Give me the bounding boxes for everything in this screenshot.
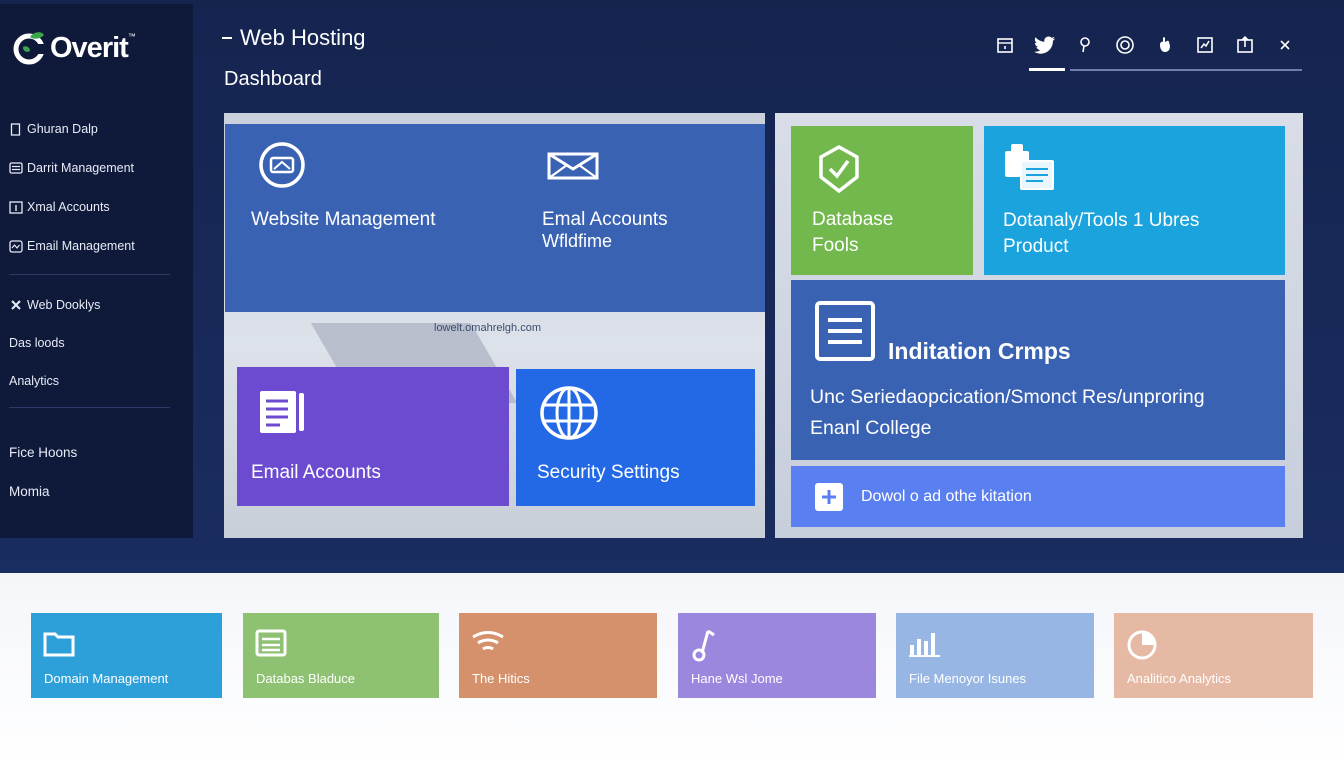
dotanaly-tools-label-line2: Product — [1003, 236, 1069, 257]
sidebar-item-das-loods[interactable]: Das loods — [9, 332, 65, 354]
security-settings-label: Security Settings — [537, 462, 680, 483]
globe-icon — [539, 385, 599, 446]
bar-chart-icon — [908, 629, 942, 662]
toolbar-active-indicator — [1029, 68, 1065, 71]
database-tools-label-line2: Fools — [812, 235, 859, 256]
upload-doc-icon[interactable] — [1225, 30, 1265, 60]
dash-icon — [222, 37, 232, 39]
sidebar-divider — [9, 407, 170, 408]
app-logo[interactable]: Overit™ — [10, 26, 136, 70]
sidebar-item-label: Darrit Management — [27, 161, 134, 175]
dotanaly-tools-card[interactable]: Dotanaly/Tools 1 Ubres Product — [984, 126, 1285, 275]
sidebar-item-label: Web Dooklys — [27, 298, 101, 312]
logo-icon — [10, 29, 48, 67]
sidebar-item-label: Momia — [9, 483, 50, 499]
inditation-crmps-text-line2: Enanl College — [810, 417, 932, 439]
tile-label: File Menoyor Isunes — [909, 671, 1027, 686]
email-accounts-label: Emal Accounts — [542, 209, 668, 230]
tile-file-menoyor-isunes[interactable]: File Menoyor Isunes — [896, 613, 1094, 698]
panel-link[interactable]: lowelt.omahrelgh.com — [434, 322, 541, 334]
sidebar-item-ghuran-dalp[interactable]: Ghuran Dalp — [9, 118, 98, 140]
tile-the-hitics[interactable]: The Hitics — [459, 613, 657, 698]
sidebar-item-momia[interactable]: Momia — [9, 480, 50, 502]
hand-icon[interactable] — [1145, 30, 1185, 60]
sidebar-item-darrit-management[interactable]: Darrit Management — [9, 157, 134, 179]
inditation-crmps-text-line1: Unc Seriedaopcication/Smonct Res/unprori… — [810, 386, 1205, 408]
website-management-card[interactable]: Website Management Emal Accounts Wfldfim… — [225, 124, 765, 312]
tile-analitico-analytics[interactable]: Analitico Analytics — [1114, 613, 1313, 698]
toolbar-underline — [1070, 69, 1302, 71]
download-label: Dowol o ad othe kitation — [861, 488, 1032, 505]
download-bar[interactable]: Dowol o ad othe kitation — [791, 466, 1285, 527]
tile-label: Analitico Analytics — [1127, 671, 1232, 686]
database-tools-label-line1: Database — [812, 209, 894, 230]
sidebar-item-label: Ghuran Dalp — [27, 122, 98, 136]
tile-label: Hane Wsl Jome — [691, 671, 783, 686]
sidebar: Overit™ Ghuran Dalp Darrit Management Xm… — [0, 4, 193, 538]
sidebar-item-xmal-accounts[interactable]: Xmal Accounts — [9, 196, 110, 218]
list-icon — [9, 161, 23, 175]
chart-doc-icon[interactable] — [1185, 30, 1225, 60]
list-document-icon — [814, 300, 876, 367]
tools-icon — [9, 298, 23, 312]
calendar-icon[interactable] — [985, 30, 1025, 60]
inditation-crmps-card[interactable]: Inditation Crmps Unc Seriedaopcication/S… — [791, 280, 1285, 460]
tile-domain-management[interactable]: Domain Management — [31, 613, 222, 698]
sidebar-item-label: Das loods — [9, 336, 65, 350]
sidebar-item-label: Xmal Accounts — [27, 200, 110, 214]
tile-databas-bladuce[interactable]: Databas Bladuce — [243, 613, 439, 698]
tile-label: The Hitics — [472, 671, 530, 686]
inditation-crmps-title: Inditation Crmps — [888, 338, 1071, 364]
tile-hane-wsl-jome[interactable]: Hane Wsl Jome — [678, 613, 876, 698]
sidebar-item-analytics[interactable]: Analytics — [9, 370, 59, 392]
dotanaly-tools-label-line1: Dotanaly/Tools 1 Ubres — [1003, 210, 1200, 231]
sidebar-divider — [9, 274, 170, 275]
email-accounts-card[interactable]: Email Accounts — [237, 367, 509, 506]
sidebar-item-fice-hoons[interactable]: Fice Hoons — [9, 441, 77, 463]
toolbar — [985, 30, 1305, 60]
page-title: Dashboard — [224, 68, 322, 90]
file-icon — [9, 122, 23, 136]
documents-icon — [1003, 143, 1055, 196]
pie-chart-icon — [1126, 629, 1160, 666]
envelope-icon — [547, 152, 599, 185]
music-note-icon — [690, 629, 718, 668]
settings-circle-icon[interactable] — [1105, 30, 1145, 60]
shield-check-icon — [817, 144, 861, 198]
email-accounts-sublabel: Wfldfime — [542, 231, 613, 251]
database-tools-card[interactable]: Database Fools — [791, 126, 973, 275]
document-list-icon — [258, 389, 306, 440]
folder-icon — [43, 629, 75, 662]
close-icon[interactable] — [1265, 30, 1305, 60]
email-accounts-card-label: Email Accounts — [251, 462, 381, 483]
breadcrumb: Web Hosting — [222, 25, 366, 51]
security-settings-card[interactable]: Security Settings — [516, 369, 755, 506]
sidebar-item-label: Fice Hoons — [9, 444, 78, 460]
tile-label: Databas Bladuce — [256, 671, 356, 686]
logo-text: Overit™ — [50, 31, 136, 64]
header-title: Web Hosting — [240, 25, 366, 50]
info-icon — [9, 200, 23, 214]
website-management-label: Website Management — [251, 209, 436, 230]
twitter-icon[interactable] — [1025, 30, 1065, 60]
sidebar-item-web-dooklys[interactable]: Web Dooklys — [9, 294, 100, 316]
sidebar-item-email-management[interactable]: Email Management — [9, 235, 135, 257]
monitor-icon — [258, 141, 306, 194]
tile-label: Domain Management — [44, 671, 169, 686]
wifi-icon — [471, 629, 505, 662]
database-table-icon — [255, 629, 287, 662]
sidebar-item-label: Analytics — [9, 374, 60, 388]
pin-icon[interactable] — [1065, 30, 1105, 60]
plus-icon — [814, 482, 844, 517]
logo-text-value: Overit — [50, 31, 129, 64]
mail-icon — [9, 239, 23, 253]
sidebar-item-label: Email Management — [27, 239, 135, 253]
